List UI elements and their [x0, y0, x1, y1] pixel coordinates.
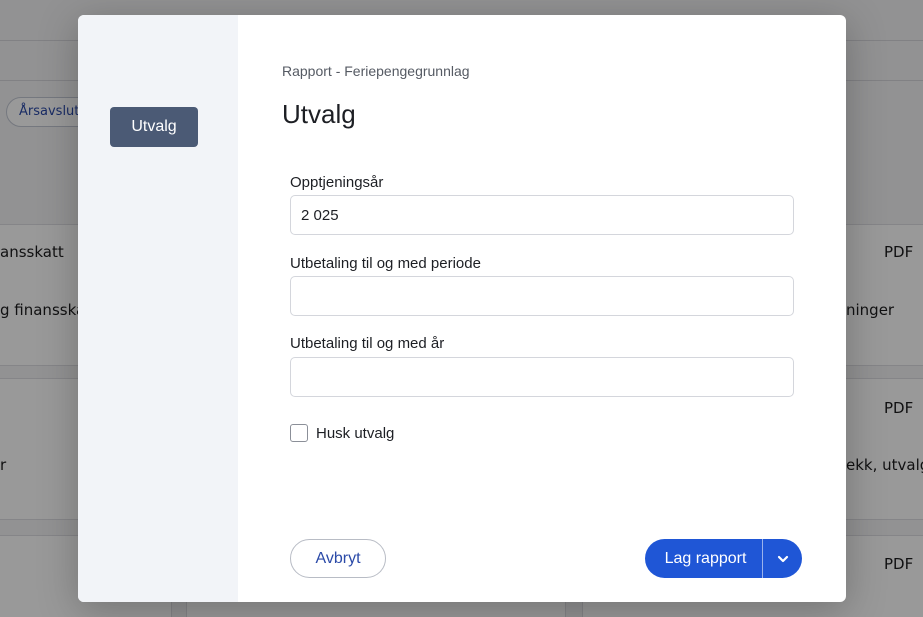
dialog-sidebar: Utvalg — [78, 15, 238, 602]
create-report-button[interactable]: Lag rapport — [645, 539, 762, 578]
opptjeningsar-label: Opptjeningsår — [290, 174, 384, 191]
options-dropdown-button[interactable] — [763, 539, 802, 578]
dialog-content: Rapport - Feriepengegrunnlag Utvalg Oppt… — [238, 15, 846, 602]
create-report-split-button: Lag rapport — [645, 539, 802, 578]
chevron-down-icon — [777, 555, 788, 562]
page-title: Utvalg — [282, 99, 356, 129]
report-dialog: Utvalg Rapport - Feriepengegrunnlag Utva… — [78, 15, 846, 602]
remember-row: Husk utvalg — [290, 424, 394, 442]
ar-input[interactable] — [290, 357, 794, 397]
opptjeningsar-input[interactable] — [290, 195, 794, 235]
remember-checkbox[interactable] — [290, 424, 308, 442]
remember-label[interactable]: Husk utvalg — [316, 425, 394, 442]
periode-input[interactable] — [290, 276, 794, 316]
ar-label: Utbetaling til og med år — [290, 335, 445, 352]
periode-label: Utbetaling til og med periode — [290, 255, 481, 272]
step-utvalg[interactable]: Utvalg — [110, 107, 198, 147]
breadcrumb: Rapport - Feriepengegrunnlag — [282, 63, 470, 79]
cancel-button[interactable]: Avbryt — [290, 539, 386, 578]
